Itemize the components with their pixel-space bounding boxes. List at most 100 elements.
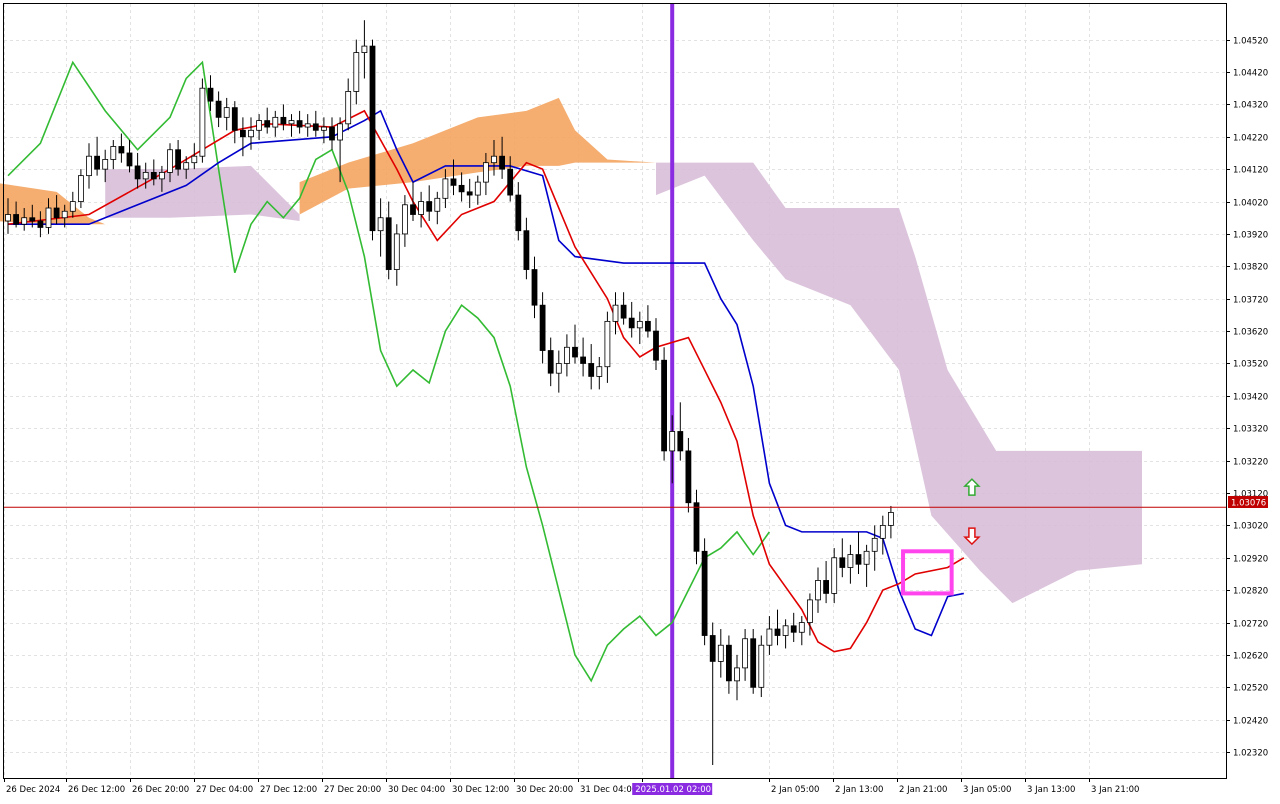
bear-candle bbox=[628, 317, 635, 329]
bull-candle bbox=[248, 129, 254, 138]
bull-candle bbox=[353, 52, 360, 92]
bull-candle bbox=[256, 120, 263, 131]
bull-candle bbox=[86, 155, 92, 177]
bear-candle bbox=[750, 638, 757, 688]
bull-candle bbox=[604, 320, 611, 368]
bear-candle bbox=[312, 123, 319, 131]
bull-candle bbox=[782, 625, 789, 636]
chart-root: 1.04520 1.04420 1.04320 1.04220 1.04120 1.040… bbox=[0, 0, 1280, 800]
bear-candle bbox=[150, 172, 157, 180]
time-tick-label: 26 Dec 2024 bbox=[6, 785, 60, 795]
bull-candle bbox=[69, 201, 76, 212]
bull-candle bbox=[191, 155, 198, 164]
bear-candle bbox=[839, 557, 846, 568]
price-tick-label: 1.02720 bbox=[1233, 620, 1268, 630]
bull-candle bbox=[272, 116, 279, 128]
price-tick-label: 1.03320 bbox=[1233, 425, 1268, 435]
bull-candle bbox=[345, 91, 352, 125]
bull-candle bbox=[418, 201, 425, 215]
bull-candle bbox=[482, 162, 489, 183]
bear-candle bbox=[53, 207, 60, 219]
bull-candle bbox=[798, 622, 805, 633]
bear-candle bbox=[450, 178, 457, 186]
bear-candle bbox=[13, 214, 20, 225]
bear-candle bbox=[29, 217, 36, 222]
bear-candle bbox=[653, 330, 659, 361]
bear-candle bbox=[539, 304, 546, 351]
bull-candle bbox=[167, 149, 173, 173]
time-tick-label: 30 Dec 04:00 bbox=[388, 785, 445, 795]
time-tick-label: 27 Dec 12:00 bbox=[260, 785, 317, 795]
price-tick-label: 1.03920 bbox=[1233, 231, 1268, 241]
bull-candle bbox=[807, 599, 813, 623]
time-tick-label: 2 Jan 05:00 bbox=[771, 785, 819, 795]
bear-candle bbox=[231, 107, 238, 131]
bear-candle bbox=[207, 87, 214, 102]
bear-candle bbox=[94, 155, 100, 170]
bull-candle bbox=[401, 204, 408, 235]
price-tick-label: 1.02820 bbox=[1233, 587, 1268, 597]
bear-candle bbox=[515, 194, 522, 232]
bear-candle bbox=[823, 580, 829, 594]
bear-candle bbox=[531, 269, 538, 306]
bear-candle bbox=[580, 356, 586, 364]
price-tick-label: 1.03220 bbox=[1233, 458, 1268, 468]
price-tick-label: 1.03820 bbox=[1233, 263, 1268, 273]
bull-candle bbox=[288, 120, 295, 125]
current-price-label: 1.03076 bbox=[1228, 496, 1268, 509]
bull-candle bbox=[831, 557, 838, 594]
bear-candle bbox=[280, 116, 287, 125]
price-tick-label: 1.03020 bbox=[1233, 522, 1268, 532]
bear-candle bbox=[726, 644, 732, 682]
bear-candle bbox=[677, 431, 684, 452]
bull-candle bbox=[21, 217, 28, 225]
ichimoku-chart: 1.04520 1.04420 1.04320 1.04220 1.04120 1.040… bbox=[0, 0, 1280, 800]
bull-candle bbox=[78, 175, 84, 202]
bear-candle bbox=[709, 635, 716, 662]
bull-candle bbox=[223, 107, 230, 118]
time-tick-label: 30 Dec 20:00 bbox=[516, 785, 573, 795]
price-tick-label: 1.04320 bbox=[1233, 101, 1268, 111]
bear-candle bbox=[572, 346, 578, 358]
time-tick-label: 30 Dec 12:00 bbox=[452, 785, 509, 795]
price-tick-label: 1.04520 bbox=[1233, 37, 1268, 47]
bear-candle bbox=[37, 220, 44, 228]
bull-candle bbox=[815, 580, 821, 601]
time-tick-label: 3 Jan 13:00 bbox=[1027, 785, 1075, 795]
price-tick-label: 1.04420 bbox=[1233, 69, 1268, 79]
bear-candle bbox=[499, 155, 506, 170]
bull-candle bbox=[61, 210, 68, 219]
time-tick-label: 2 Jan 21:00 bbox=[899, 785, 947, 795]
bull-candle bbox=[888, 512, 894, 526]
time-tick-label: 3 Jan 05:00 bbox=[963, 785, 1011, 795]
bear-candle bbox=[329, 126, 335, 141]
price-tick-label: 1.02920 bbox=[1233, 555, 1268, 565]
time-tick-label: 31 Dec 04:00 bbox=[580, 785, 637, 795]
bear-candle bbox=[685, 450, 692, 504]
bear-candle bbox=[588, 363, 595, 377]
time-tick-label: 27 Dec 04:00 bbox=[196, 785, 253, 795]
bear-candle bbox=[215, 100, 222, 118]
bear-candle bbox=[855, 554, 862, 565]
bear-candle bbox=[645, 320, 651, 332]
bull-candle bbox=[304, 123, 311, 128]
bull-candle bbox=[847, 554, 854, 568]
bear-candle bbox=[774, 628, 781, 636]
bear-candle bbox=[523, 230, 530, 270]
bull-candle bbox=[863, 550, 870, 565]
bear-candle bbox=[620, 304, 627, 319]
bull-candle bbox=[377, 217, 384, 232]
bear-candle bbox=[118, 146, 125, 154]
bull-candle bbox=[564, 346, 570, 364]
bear-candle bbox=[547, 350, 554, 374]
bear-candle bbox=[410, 204, 416, 215]
price-tick-label: 1.02320 bbox=[1233, 749, 1268, 759]
price-tick-label: 1.02420 bbox=[1233, 717, 1268, 727]
price-tick-label: 1.04220 bbox=[1233, 134, 1268, 144]
time-tick-label: 2 Jan 13:00 bbox=[835, 785, 883, 795]
bear-candle bbox=[790, 625, 797, 633]
bull-candle bbox=[110, 146, 117, 160]
bear-candle bbox=[458, 184, 465, 193]
bear-candle bbox=[426, 201, 433, 212]
bull-candle bbox=[491, 155, 497, 164]
